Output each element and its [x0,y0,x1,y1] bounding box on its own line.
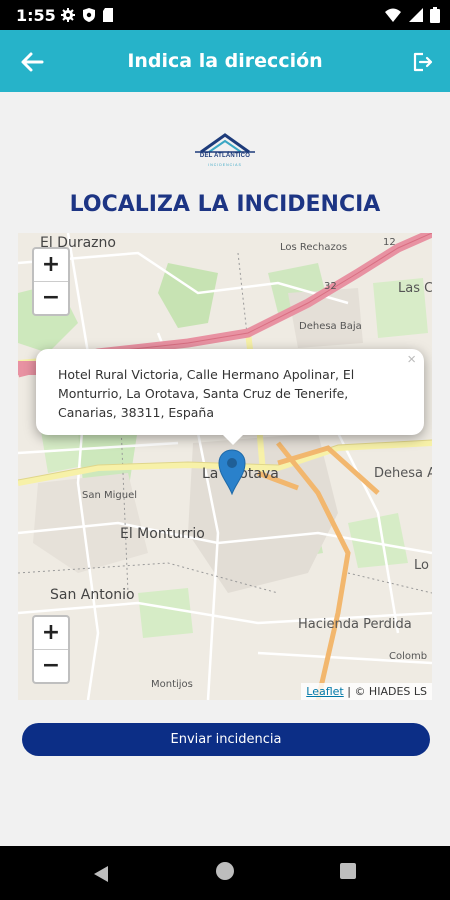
logo-tagline: INCIDENCIAS [208,163,242,167]
map-label: Dehesa A [374,466,432,481]
map-label: Lo [414,558,429,573]
zoom-out-button[interactable]: − [34,649,68,682]
status-time: 1:55 [16,6,56,25]
logout-icon[interactable] [410,50,434,74]
zoom-in-button[interactable]: + [34,617,68,649]
map-pin-icon[interactable] [218,449,246,495]
attribution-separator: | [343,685,355,698]
map-label: Colomb [389,651,428,662]
map-label: Las C [398,281,432,296]
shield-icon [83,8,95,22]
logo-name: DEL ATLÁNTICO [199,153,251,159]
zoom-control-bottom: + − [32,615,70,684]
system-nav-bar [0,846,450,900]
brand-logo: DEL ATLÁNTICO INCIDENCIAS [191,132,259,172]
section-heading: LOCALIZA LA INCIDENCIA [69,192,381,217]
map-attribution: Leaflet | © HIADES LS [301,683,432,700]
map-label: Montijos [151,679,193,690]
app-bar: Indica la dirección [0,30,450,92]
status-bar: 1:55 [0,0,450,30]
map-label: San Antonio [50,587,135,603]
zoom-out-button[interactable]: − [34,281,68,314]
roof-logo-icon [195,133,255,154]
popup-address: Hotel Rural Victoria, Calle Hermano Apol… [58,367,355,420]
attribution-text: © HIADES LS [354,685,427,698]
map-label: 12 [383,237,396,248]
nav-recents-icon[interactable] [340,863,356,879]
nav-home-icon[interactable] [216,862,234,880]
page-title: Indica la dirección [127,50,323,72]
zoom-in-button[interactable]: + [34,249,68,281]
submit-incident-button[interactable]: Enviar incidencia [22,723,430,756]
popup-close-button[interactable]: × [407,351,416,368]
popup-tip [221,433,245,445]
sd-card-icon [103,8,113,22]
zoom-control-top: + − [32,247,70,316]
map-label: 32 [324,281,337,292]
wifi-icon [385,8,401,22]
map-label: El Monturrio [120,526,205,542]
map-label: San Miguel [82,490,138,501]
address-popup: Hotel Rural Victoria, Calle Hermano Apol… [36,349,424,435]
map-label: Dehesa Baja [299,321,362,332]
battery-icon [430,7,440,23]
gear-icon [61,8,75,22]
map-view[interactable]: El Durazno Los Rechazos 12 32 Las C Dehe… [18,233,432,700]
leaflet-link[interactable]: Leaflet [306,685,343,698]
nav-back-icon[interactable] [92,864,110,884]
map-label: Hacienda Perdida [298,617,412,632]
signal-icon [409,8,423,22]
map-label: Los Rechazos [280,242,348,253]
